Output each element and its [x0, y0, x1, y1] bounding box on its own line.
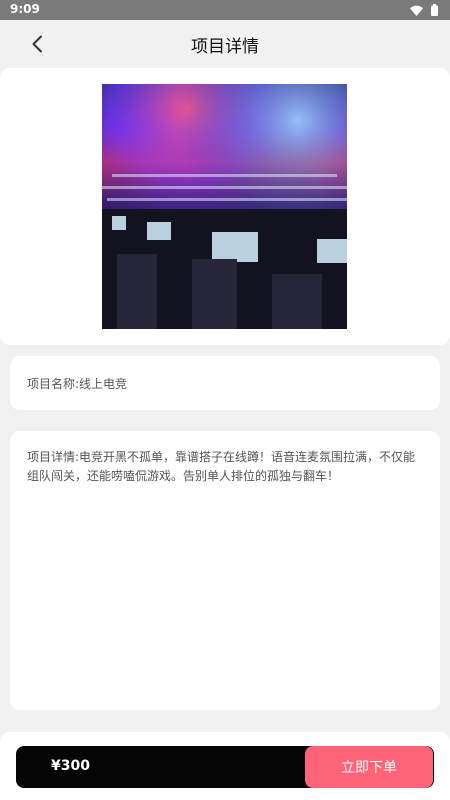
project-name-card: 项目名称:线上电竞: [10, 356, 440, 410]
project-name: 项目名称:线上电竞: [27, 377, 128, 391]
order-now-button[interactable]: 立即下单: [305, 746, 433, 788]
battery-icon: [431, 4, 438, 16]
project-image: [102, 84, 347, 329]
wifi-icon: [410, 5, 423, 16]
price: ¥300: [51, 758, 90, 774]
page-title: 项目详情: [191, 37, 259, 57]
image-card: [0, 68, 450, 345]
project-description-card: 项目详情:电竞开黑不孤单，靠谱搭子在线蹲！语音连麦氛围拉满，不仅能组队闯关，还能…: [10, 431, 440, 710]
status-time: 9:09: [10, 2, 40, 16]
nav-bar: 项目详情: [0, 20, 450, 68]
status-bar: 9:09: [0, 0, 450, 20]
bottom-bar: ¥300 立即下单: [0, 732, 450, 800]
status-icons: [410, 4, 438, 16]
project-description: 项目详情:电竞开黑不孤单，靠谱搭子在线蹲！语音连麦氛围拉满，不仅能组队闯关，还能…: [27, 450, 416, 483]
checkout-bar: ¥300 立即下单: [16, 746, 434, 788]
